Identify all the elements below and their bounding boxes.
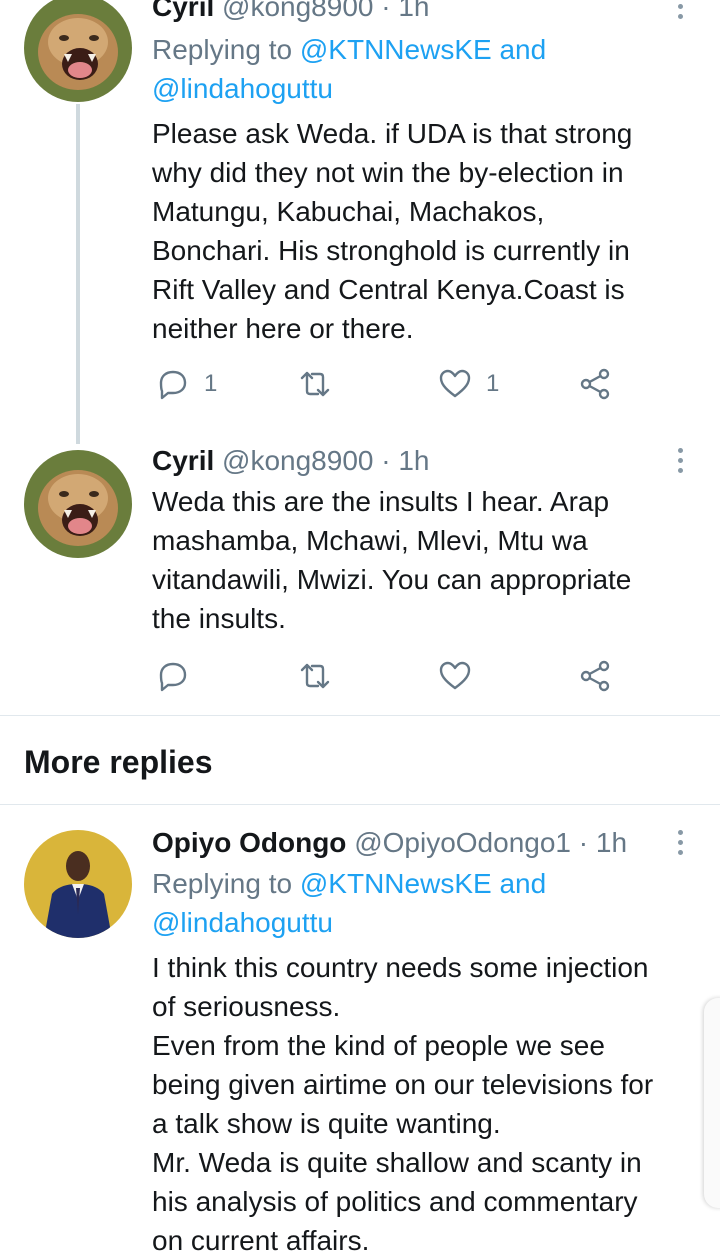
author-handle[interactable]: @OpiyoOdongo1 (354, 827, 571, 858)
separator-dot: · (578, 827, 589, 858)
reply-icon (159, 662, 187, 692)
share-icon (580, 368, 610, 400)
tweet-text: I think this country needs some injectio… (152, 948, 692, 1257)
retweet-icon (300, 663, 330, 689)
more-replies-heading: More replies (24, 744, 213, 780)
scrollbar-thumb[interactable] (704, 998, 720, 1208)
text-line: the insults. (152, 603, 286, 634)
text-line: Weda this are the insults I hear. Arap (152, 486, 610, 517)
text-line: Rift Valley and Central Kenya.Coast is (152, 274, 625, 305)
like-count: 1 (486, 370, 500, 397)
tweet-time: 1h (398, 445, 430, 476)
author-handle[interactable]: @kong8900 (222, 0, 373, 22)
tweet-time: 1h (398, 0, 430, 22)
share-button[interactable] (578, 364, 612, 404)
tweet-header: Cyril @kong8900 · 1h (152, 0, 430, 26)
thread-line (76, 104, 80, 444)
mention-link[interactable]: @KTNNewsKE (300, 34, 492, 65)
tweet-text: Weda this are the insults I hear. Arap m… (152, 482, 692, 638)
mention-link[interactable]: @lindahoguttu (152, 73, 333, 104)
text-line: Matungu, Kabuchai, Machakos, (152, 196, 545, 227)
lion-avatar-image (24, 450, 132, 558)
tweet-header: Opiyo Odongo @OpiyoOdongo1 · 1h (152, 824, 627, 862)
retweet-button[interactable] (298, 364, 332, 404)
tweet-time: 1h (595, 827, 628, 858)
like-button[interactable] (438, 656, 472, 696)
like-button[interactable]: 1 (438, 364, 499, 404)
mention-link[interactable]: @KTNNewsKE (300, 868, 492, 899)
text-line: Please ask Weda. if UDA is that strong (152, 118, 633, 149)
mention-link[interactable]: @lindahoguttu (152, 907, 333, 938)
text-line: being given airtime on our televisions f… (152, 1069, 654, 1100)
text-line: a talk show is quite wanting. (152, 1108, 501, 1139)
more-options-button[interactable] (664, 0, 696, 22)
replying-and[interactable]: and (499, 34, 546, 65)
replying-prefix: Replying to (152, 34, 293, 65)
replying-prefix: Replying to (152, 868, 293, 899)
text-line: why did they not win the by-election in (152, 157, 624, 188)
text-line: his analysis of politics and commentary (152, 1186, 638, 1217)
avatar[interactable] (24, 450, 132, 558)
author-name[interactable]: Opiyo Odongo (152, 827, 346, 858)
text-line: of seriousness. (152, 991, 341, 1022)
text-line: vitandawili, Mwizi. You can appropriate (152, 564, 632, 595)
text-line: neither here or there. (152, 313, 414, 344)
tweet-header: Cyril @kong8900 · 1h (152, 442, 430, 480)
tweet-actions (152, 656, 632, 696)
text-line: Even from the kind of people we see (152, 1030, 605, 1061)
more-vertical-icon (677, 447, 683, 453)
reply-button[interactable]: 1 (156, 364, 217, 404)
more-vertical-icon (677, 829, 683, 835)
retweet-button[interactable] (298, 656, 332, 696)
reply-count: 1 (204, 370, 218, 397)
divider (0, 715, 720, 716)
tweet-3[interactable]: Opiyo Odongo @OpiyoOdongo1 · 1h Replying… (0, 805, 720, 1257)
share-button[interactable] (578, 656, 612, 696)
reply-button[interactable] (156, 656, 190, 696)
text-line: I think this country needs some injectio… (152, 952, 649, 983)
author-handle[interactable]: @kong8900 (222, 445, 373, 476)
more-options-button[interactable] (664, 444, 696, 476)
person-avatar-image (24, 830, 132, 938)
replying-and[interactable]: and (499, 868, 546, 899)
replying-to: Replying to @KTNNewsKE and @lindahoguttu (152, 30, 546, 108)
reply-icon (159, 370, 187, 400)
heart-icon (439, 369, 471, 398)
lion-avatar-image (24, 0, 132, 102)
tweet-text: Please ask Weda. if UDA is that strong w… (152, 114, 692, 348)
more-options-button[interactable] (664, 826, 696, 858)
share-icon (580, 660, 610, 692)
text-line: mashamba, Mchawi, Mlevi, Mtu wa (152, 525, 588, 556)
author-name[interactable]: Cyril (152, 0, 214, 22)
tweet-2[interactable]: Cyril @kong8900 · 1h Weda this are the i… (0, 440, 720, 716)
retweet-icon (300, 371, 330, 397)
text-line: on current affairs. (152, 1225, 370, 1256)
avatar[interactable] (24, 830, 132, 938)
text-line: Mr. Weda is quite shallow and scanty in (152, 1147, 642, 1178)
author-name[interactable]: Cyril (152, 445, 214, 476)
tweet-actions: 1 1 (152, 364, 632, 404)
text-line: Bonchari. His stronghold is currently in (152, 235, 630, 266)
replying-to: Replying to @KTNNewsKE and @lindahoguttu (152, 864, 546, 942)
avatar[interactable] (24, 0, 132, 102)
separator-dot: · (381, 0, 391, 22)
heart-icon (439, 661, 471, 690)
tweet-1[interactable]: Cyril @kong8900 · 1h Replying to @KTNNew… (0, 0, 720, 444)
separator-dot: · (381, 445, 391, 476)
